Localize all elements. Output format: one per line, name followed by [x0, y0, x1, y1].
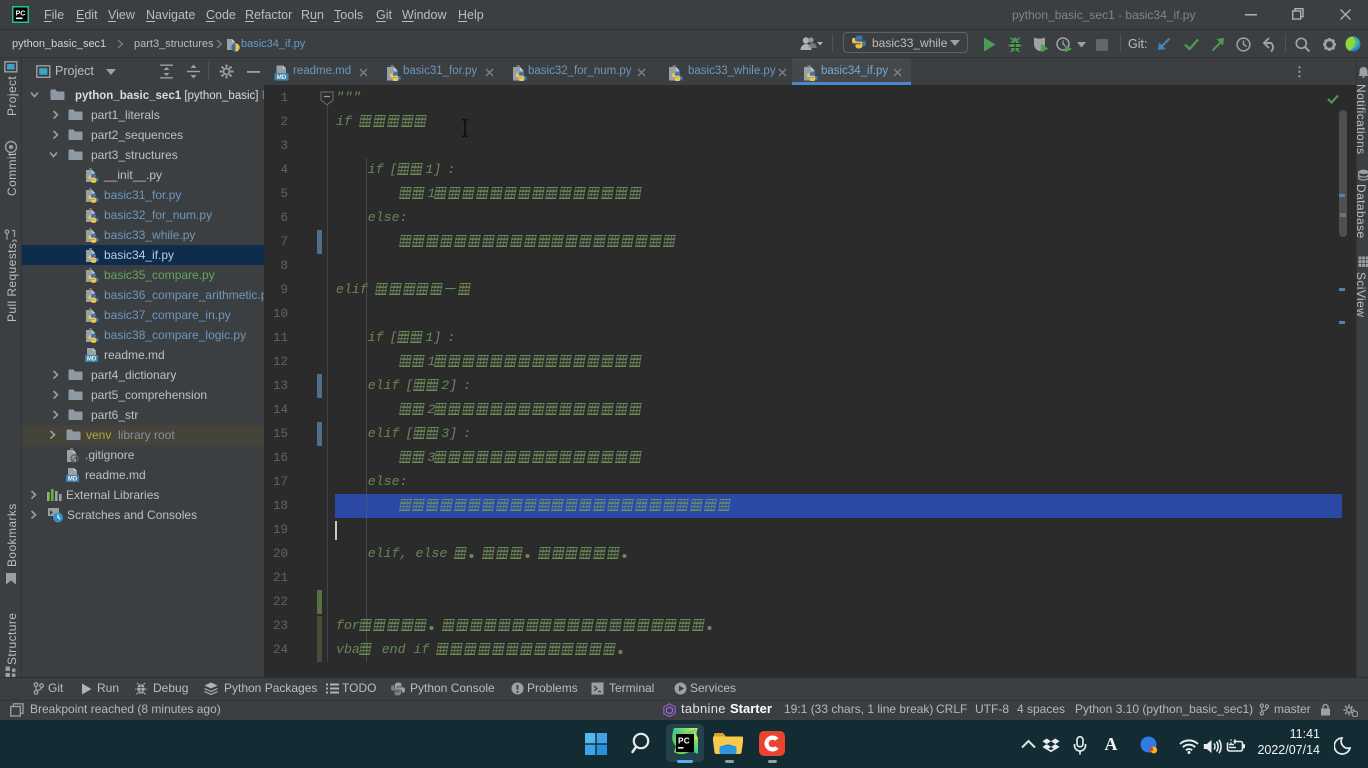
svg-text:MD: MD — [87, 357, 97, 363]
svg-text:PC: PC — [678, 737, 690, 746]
svg-text:MD: MD — [68, 477, 78, 483]
svg-text:MD: MD — [277, 74, 287, 81]
svg-text:PC: PC — [16, 11, 26, 18]
